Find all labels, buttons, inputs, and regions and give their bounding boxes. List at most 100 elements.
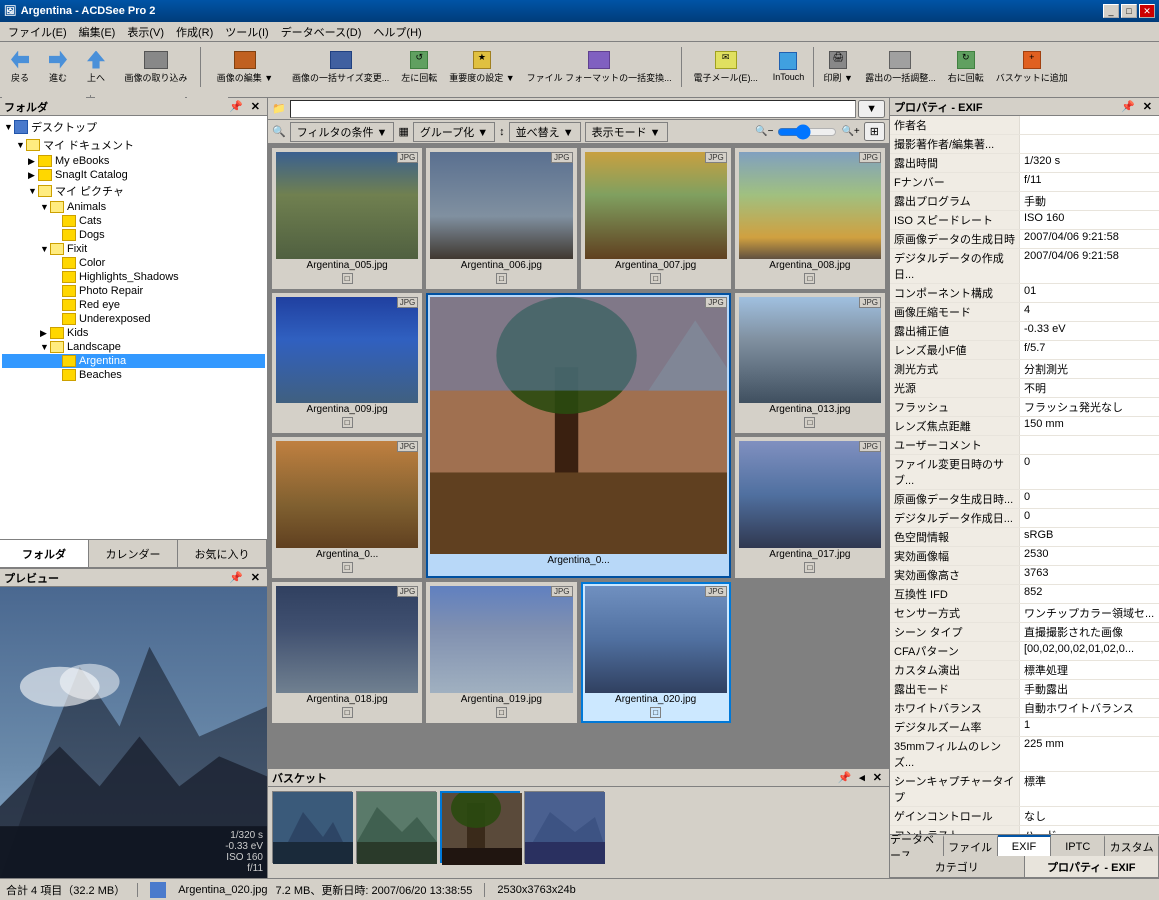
basket-item-1[interactable] — [272, 791, 352, 863]
tree-item-mypictures[interactable]: ▼ マイ ピクチャ — [2, 182, 265, 200]
tree-item-snagit[interactable]: ▶ SnagIt Catalog — [2, 168, 265, 182]
close-panel-icon[interactable]: ✕ — [1140, 99, 1155, 114]
thumb-label-009: Argentina_009.jpg — [276, 403, 418, 416]
tree-item-beaches[interactable]: Beaches — [2, 368, 265, 382]
rotate-left-button[interactable]: ↺ 左に回転 — [396, 44, 442, 90]
rotate-right-button[interactable]: ↻ 右に回転 — [943, 44, 989, 90]
intouch-button[interactable]: InTouch — [768, 44, 810, 90]
email-button[interactable]: ✉ 電子メール(E)... — [686, 44, 766, 90]
basket-item-3[interactable] — [440, 791, 520, 863]
thumb-013[interactable]: JPG Argentina_013.jpg □ — [735, 293, 885, 434]
tree-item-underexposed[interactable]: Underexposed — [2, 312, 265, 326]
tab-custom[interactable]: カスタム — [1105, 835, 1159, 856]
prop-scene-capture: シーンキャプチャータイプ 標準 — [890, 772, 1159, 807]
batch-resize-button[interactable]: 画像の一括サイズ変更... — [287, 44, 394, 90]
folder-tree[interactable]: ▼ デスクトップ ▼ マイ ドキュメント ▶ My eBooks — [0, 116, 267, 539]
back-button[interactable]: 戻る — [2, 44, 38, 90]
folder-icon — [62, 369, 76, 381]
tab-database[interactable]: データベース — [890, 835, 944, 856]
tab-iptc[interactable]: IPTC — [1051, 835, 1105, 856]
tree-item-highlights[interactable]: Highlights_Shadows — [2, 270, 265, 284]
menu-database[interactable]: データベース(D) — [275, 22, 368, 42]
pin-icon[interactable]: 📌 — [226, 99, 246, 114]
batch-exposure-button[interactable]: 露出の一括調整... — [860, 44, 941, 90]
desktop-icon — [14, 120, 28, 134]
pin-icon[interactable]: 📌 — [835, 770, 855, 785]
close-panel-icon[interactable]: ✕ — [248, 99, 263, 114]
thumb-019[interactable]: JPG Argentina_019.jpg □ — [426, 582, 576, 723]
importance-button[interactable]: ★ 重要度の設定 ▼ — [444, 44, 519, 90]
print-button[interactable]: 🖨 印刷 ▼ — [818, 44, 858, 90]
tab-exif[interactable]: EXIF — [998, 835, 1052, 856]
thumb-label-007: Argentina_007.jpg — [585, 259, 727, 272]
group-button[interactable]: グループ化 ▼ — [413, 122, 495, 142]
sort-button[interactable]: 並べ替え ▼ — [509, 122, 581, 142]
thumb-014[interactable]: JPG Argentina_0... □ — [272, 437, 422, 578]
folder-panel-controls[interactable]: 📌 ✕ — [226, 99, 263, 114]
menu-help[interactable]: ヘルプ(H) — [367, 22, 427, 42]
tab2-properties[interactable]: プロパティ - EXIF — [1025, 856, 1159, 877]
expand-button[interactable]: ⊞ — [864, 122, 885, 141]
menu-edit[interactable]: 編集(E) — [73, 22, 122, 42]
pin-icon[interactable]: 📌 — [1118, 99, 1138, 114]
add-basket-button[interactable]: + バスケットに追加 — [991, 44, 1073, 90]
thumb-020[interactable]: JPG Argentina_020.jpg □ — [581, 582, 731, 723]
tree-item-fixit[interactable]: ▼ Fixit — [2, 242, 265, 256]
tree-item-cats[interactable]: Cats — [2, 214, 265, 228]
preview-controls[interactable]: 📌 ✕ — [226, 570, 263, 585]
tree-item-color[interactable]: Color — [2, 256, 265, 270]
tab-folder[interactable]: フォルダ — [0, 540, 89, 567]
menu-view[interactable]: 表示(V) — [121, 22, 170, 42]
menu-create[interactable]: 作成(R) — [170, 22, 219, 42]
tab-calendar[interactable]: カレンダー — [89, 540, 178, 567]
basket-item-2[interactable] — [356, 791, 436, 863]
menu-file[interactable]: ファイル(E) — [2, 22, 73, 42]
tree-item-photo-repair[interactable]: Photo Repair — [2, 284, 265, 298]
tree-item-desktop[interactable]: ▼ デスクトップ — [2, 118, 265, 136]
view-mode-button[interactable]: 表示モード ▼ — [585, 122, 668, 142]
expand-icon[interactable]: ◂ — [856, 770, 868, 785]
tab-favorites[interactable]: お気に入り — [178, 540, 267, 567]
import-button[interactable]: 画像の取り込み — [116, 44, 196, 90]
menu-tools[interactable]: ツール(I) — [219, 22, 274, 42]
thumb-007[interactable]: JPG Argentina_007.jpg □ — [581, 148, 731, 289]
path-input[interactable]: C:¥Documents and Settings¥lsddev¥My Docu… — [290, 100, 856, 118]
tree-item-landscape[interactable]: ▼ Landscape — [2, 340, 265, 354]
tree-item-animals[interactable]: ▼ Animals — [2, 200, 265, 214]
thumb-005[interactable]: JPG Argentina_005.jpg □ — [272, 148, 422, 289]
basket-item-4[interactable] — [524, 791, 604, 863]
basket-controls[interactable]: 📌 ◂ ✕ — [835, 770, 885, 785]
tab-file[interactable]: ファイル — [944, 835, 998, 856]
tree-item-argentina[interactable]: Argentina — [2, 354, 265, 368]
tab2-category[interactable]: カテゴリ — [890, 856, 1025, 877]
filter-condition-button[interactable]: フィルタの条件 ▼ — [290, 122, 395, 142]
zoom-slider[interactable] — [777, 125, 837, 139]
tree-item-dogs[interactable]: Dogs — [2, 228, 265, 242]
forward-button[interactable]: 進む — [40, 44, 76, 90]
path-go-button[interactable]: ▼ — [858, 100, 885, 118]
thumb-008[interactable]: JPG Argentina_008.jpg □ — [735, 148, 885, 289]
up-button[interactable]: 上へ — [78, 44, 114, 90]
edit-image-button[interactable]: 画像の編集 ▼ — [205, 44, 285, 90]
thumb-009[interactable]: JPG Argentina_009.jpg □ — [272, 293, 422, 434]
folder-icon — [62, 257, 76, 269]
restore-button[interactable]: □ — [1121, 4, 1137, 18]
tree-item-kids[interactable]: ▶ Kids — [2, 326, 265, 340]
thumb-010-big[interactable]: JPG — [426, 293, 731, 578]
close-panel-icon[interactable]: ✕ — [870, 770, 885, 785]
sort-icon: ↕ — [499, 126, 505, 138]
prop-author: 作者名 — [890, 116, 1159, 135]
batch-format-button[interactable]: ファイル フォーマットの一括変換... — [522, 44, 677, 90]
window-controls[interactable]: _ □ ✕ — [1103, 4, 1155, 18]
thumb-017[interactable]: JPG Argentina_017.jpg □ — [735, 437, 885, 578]
thumb-018[interactable]: JPG Argentina_018.jpg □ — [272, 582, 422, 723]
thumb-006[interactable]: JPG Argentina_006.jpg □ — [426, 148, 576, 289]
tree-item-ebooks[interactable]: ▶ My eBooks — [2, 154, 265, 168]
pin-icon[interactable]: 📌 — [226, 570, 246, 585]
close-button[interactable]: ✕ — [1139, 4, 1155, 18]
props-controls[interactable]: 📌 ✕ — [1118, 99, 1155, 114]
close-panel-icon[interactable]: ✕ — [248, 570, 263, 585]
tree-item-redeye[interactable]: Red eye — [2, 298, 265, 312]
minimize-button[interactable]: _ — [1103, 4, 1119, 18]
tree-item-mydocs[interactable]: ▼ マイ ドキュメント — [2, 136, 265, 154]
